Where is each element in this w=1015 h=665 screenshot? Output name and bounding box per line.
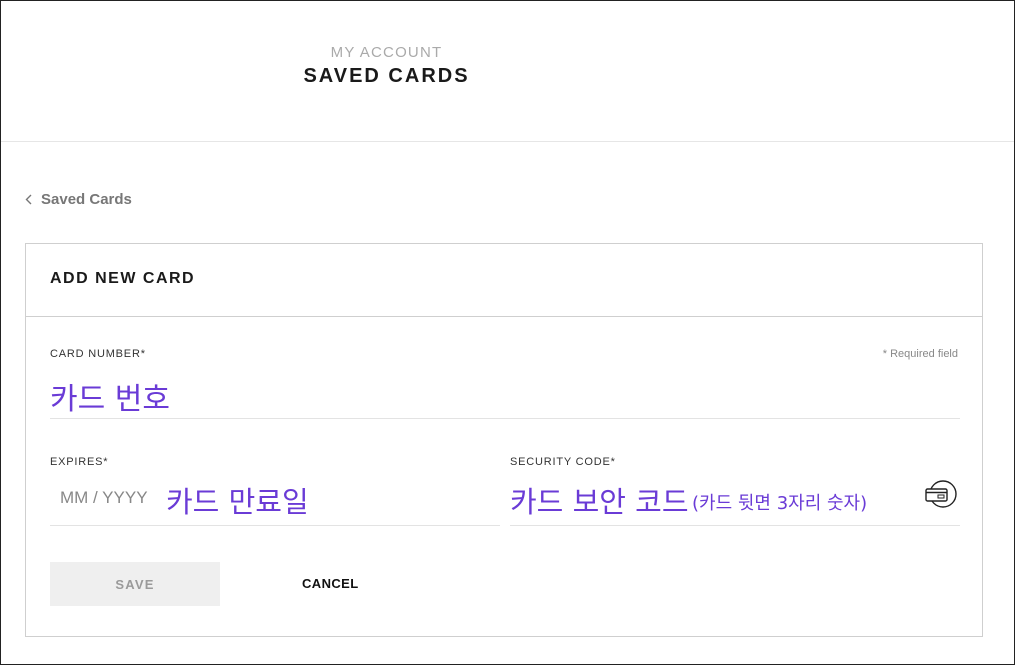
credit-card-cvv-icon <box>924 480 960 513</box>
security-code-input[interactable]: 카드 보안 코드 (카드 뒷면 3자리 숫자) <box>510 476 920 524</box>
expires-input[interactable]: MM / YYYY 카드 만료일 <box>50 476 500 524</box>
security-code-label: SECURITY CODE* <box>510 456 616 468</box>
security-code-underline <box>510 525 960 526</box>
card-number-annotation: 카드 번호 <box>50 382 170 417</box>
form-header: ADD NEW CARD <box>26 244 982 317</box>
section-eyebrow: MY ACCOUNT <box>330 44 443 61</box>
page-title: SAVED CARDS <box>303 65 470 87</box>
save-button[interactable]: SAVE <box>50 562 220 606</box>
page-header: MY ACCOUNT SAVED CARDS <box>1 1 1014 142</box>
card-number-input[interactable]: 카드 번호 <box>50 370 960 418</box>
security-code-annotation: 카드 보안 코드 <box>510 485 689 519</box>
chevron-left-icon <box>25 194 32 205</box>
expires-placeholder: MM / YYYY <box>60 488 148 507</box>
cancel-button[interactable]: CANCEL <box>302 562 359 606</box>
form-title: ADD NEW CARD <box>50 270 196 287</box>
security-code-hint: (카드 뒷면 3자리 숫자) <box>692 493 868 514</box>
expires-label: EXPIRES* <box>50 456 109 468</box>
back-link-label: Saved Cards <box>41 191 132 208</box>
add-card-form: ADD NEW CARD CARD NUMBER* * Required fie… <box>25 243 983 637</box>
expires-underline <box>50 525 500 526</box>
back-to-saved-cards-link[interactable]: Saved Cards <box>25 191 132 208</box>
card-number-underline <box>50 418 960 419</box>
expires-annotation: 카드 만료일 <box>166 485 309 519</box>
required-field-note: * Required field <box>882 348 958 360</box>
card-number-label: CARD NUMBER* <box>50 348 146 360</box>
